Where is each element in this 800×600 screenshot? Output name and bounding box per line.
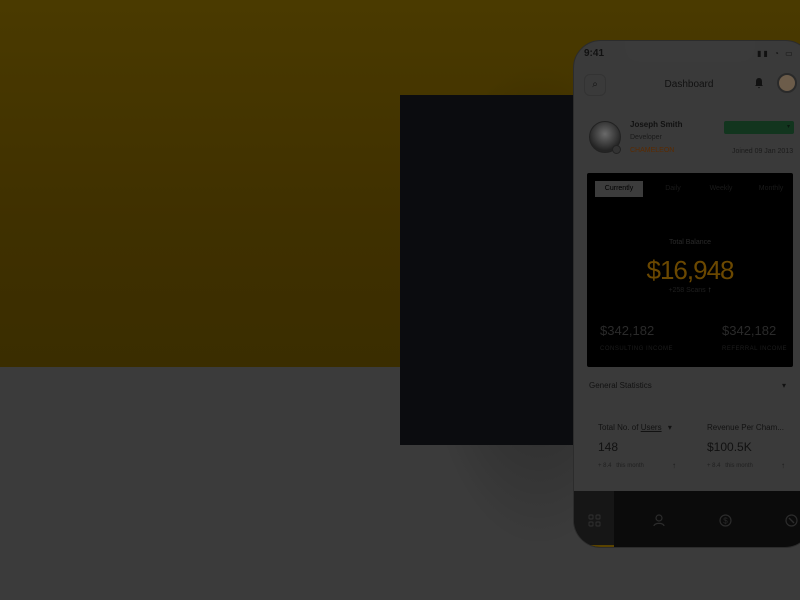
profile-name: Joseph Smith — [630, 120, 683, 129]
stat-footer-delta: + 8.4 — [707, 463, 721, 469]
chevron-down-icon: ▾ — [786, 124, 790, 130]
nav-dashboard[interactable] — [574, 491, 614, 547]
stat-footer-revenue: + 8.4 this month — [707, 463, 753, 469]
total-balance-amount: $16,948 — [646, 255, 735, 285]
stat-title-users: Total No. of Users ▾ — [598, 423, 672, 432]
arrow-up-icon: ↑ — [781, 461, 785, 470]
user-avatar-button[interactable] — [777, 73, 797, 93]
page-title: Dashboard — [664, 79, 714, 90]
stat-value-revenue: $100.5K — [707, 440, 752, 454]
status-time: 9:41 — [584, 48, 605, 59]
tab-monthly[interactable]: Monthly — [747, 181, 795, 197]
nav-profile[interactable] — [639, 491, 679, 547]
stat-footer-users: + 8.4 this month — [598, 463, 644, 469]
search-icon: ⌕ — [592, 79, 598, 90]
period-tabs: Currently Daily Weekly Monthly — [595, 181, 789, 197]
joined-date: Joined 09 Jan 2013 — [732, 148, 794, 155]
phone-frame: 9:41 ▮▮ ◔ ▭ ⌕ Dashboard Joseph Smith Dev… — [573, 40, 800, 548]
nav-tools[interactable] — [771, 491, 800, 547]
stat-title-link[interactable]: Users — [641, 423, 662, 432]
consulting-income-value: $342,182 — [600, 323, 655, 338]
background-dark-panel — [400, 95, 600, 445]
user-icon — [653, 512, 665, 527]
stat-card-users[interactable]: Total No. of Users ▾ 148 + 8.4 this mont… — [589, 411, 684, 483]
balance-card: Currently Daily Weekly Monthly Total Bal… — [587, 173, 793, 367]
profile-company: CHAMELEON — [630, 147, 675, 154]
arrow-up-icon: ↑ — [672, 461, 676, 470]
referral-income-label: REFERRAL INCOME — [722, 346, 787, 352]
arrow-up-icon: ↑ — [707, 285, 712, 294]
phone-notch — [625, 41, 755, 62]
status-icons: ▮▮ ◔ ▭ — [757, 49, 795, 58]
general-statistics-title: General Statistics — [589, 381, 652, 390]
search-button[interactable]: ⌕ — [584, 74, 606, 96]
tab-currently[interactable]: Currently — [595, 181, 643, 197]
balance-delta-text: +258 Scans — [668, 287, 706, 294]
general-statistics-chevron-icon[interactable]: ▾ — [782, 381, 786, 390]
total-balance-label: Total Balance — [668, 239, 712, 246]
profile-section: Joseph Smith Developer CHAMELEON ▾ Joine… — [574, 113, 800, 163]
stat-value-users: 148 — [598, 440, 619, 454]
dollar-icon: $ — [718, 512, 732, 527]
tools-icon — [784, 512, 798, 527]
bottom-nav: $ — [574, 491, 800, 547]
notification-bell-icon[interactable] — [754, 77, 764, 92]
chevron-down-icon[interactable]: ▾ — [668, 423, 672, 432]
stat-footer-note: this month — [616, 463, 644, 469]
consulting-income-label: CONSULTING INCOME — [600, 346, 674, 352]
svg-text:$: $ — [723, 517, 728, 526]
status-dropdown[interactable]: ▾ — [724, 121, 794, 134]
stat-footer-note: this month — [725, 463, 753, 469]
tab-weekly[interactable]: Weekly — [699, 181, 743, 197]
stat-title-revenue: Revenue Per Cham... — [707, 423, 784, 432]
profile-role: Developer — [630, 134, 662, 141]
referral-income-value: $342,182 — [722, 323, 777, 338]
tab-daily[interactable]: Daily — [651, 181, 695, 197]
avatar-edit-icon[interactable] — [612, 145, 621, 154]
balance-delta: +258 Scans ↑ — [587, 285, 793, 294]
stat-card-revenue[interactable]: Revenue Per Cham... $100.5K + 8.4 this m… — [698, 411, 793, 483]
top-bar: ⌕ Dashboard — [574, 71, 800, 101]
nav-finance[interactable]: $ — [705, 491, 745, 547]
stat-title-prefix: Total No. of — [598, 423, 641, 432]
grid-icon — [587, 512, 601, 527]
stat-footer-delta: + 8.4 — [598, 463, 612, 469]
